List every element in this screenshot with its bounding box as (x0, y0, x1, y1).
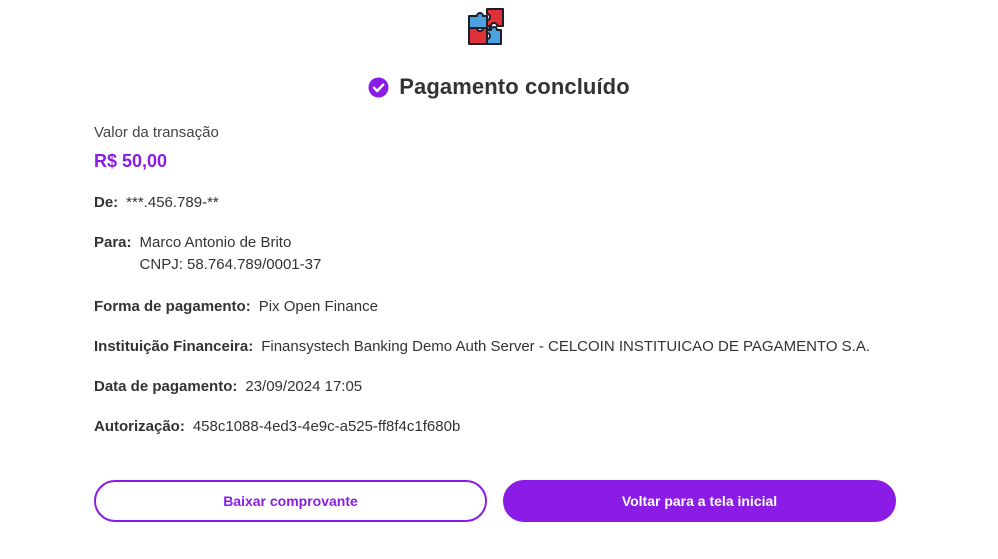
institution-row: Instituição Financeira: Finansystech Ban… (94, 336, 870, 358)
payment-method-label: Forma de pagamento: (94, 298, 251, 315)
institution-value: Finansystech Banking Demo Auth Server - … (261, 338, 870, 355)
from-row: De: ***.456.789-** (94, 192, 219, 214)
from-value: ***.456.789-** (126, 194, 219, 211)
from-label: De: (94, 194, 119, 211)
to-row: Para: Marco Antonio de Brito CNPJ: 58.76… (94, 232, 321, 276)
to-block: Marco Antonio de Brito CNPJ: 58.764.789/… (140, 232, 322, 276)
transaction-details: Valor da transação R$ 50,00 De: ***.456.… (94, 123, 954, 435)
institution-label: Instituição Financeira: (94, 338, 254, 355)
to-name: Marco Antonio de Brito (139, 234, 292, 251)
payment-date-row: Data de pagamento: 23/09/2024 17:05 (94, 376, 362, 398)
amount-value: R$ 50,00 (94, 151, 168, 171)
download-receipt-button[interactable]: Baixar comprovante (94, 480, 487, 522)
status-header: Pagamento concluído (0, 74, 998, 100)
payment-method-row: Forma de pagamento: Pix Open Finance (94, 296, 378, 318)
back-to-home-button[interactable]: Voltar para a tela inicial (503, 480, 896, 522)
puzzle-logo-icon (465, 6, 507, 48)
payment-receipt-page: Pagamento concluído Valor da transação R… (0, 0, 998, 559)
payment-date-label: Data de pagamento: (94, 378, 238, 395)
payment-date-value: 23/09/2024 17:05 (245, 378, 363, 395)
amount-label: Valor da transação (94, 124, 219, 141)
authorization-value: 458c1088-4ed3-4e9c-a525-ff8f4c1f680b (192, 418, 461, 435)
to-document: CNPJ: 58.764.789/0001-37 (139, 256, 322, 273)
authorization-row: Autorização: 458c1088-4ed3-4e9c-a525-ff8… (94, 416, 460, 438)
to-label: Para: (94, 234, 132, 251)
authorization-label: Autorização: (94, 418, 185, 435)
page-title: Pagamento concluído (399, 74, 630, 99)
payment-method-value: Pix Open Finance (258, 298, 378, 315)
check-circle-icon (368, 77, 389, 98)
